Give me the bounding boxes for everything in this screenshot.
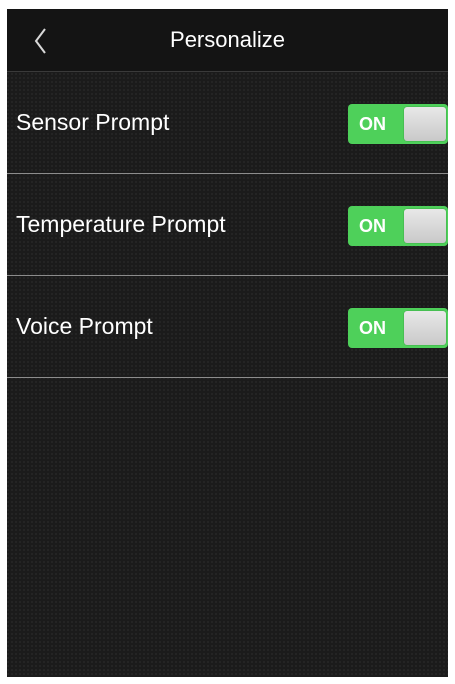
setting-label: Sensor Prompt [16,109,170,135]
setting-label: Voice Prompt [16,313,153,339]
toggle-state-label: ON [359,114,386,134]
setting-label: Temperature Prompt [16,211,226,237]
setting-row-temperature-prompt: Temperature Prompt ON [7,174,448,276]
page-title: Personalize [170,27,285,52]
toggle-knob [404,209,446,243]
setting-row-sensor-prompt: Sensor Prompt ON [7,72,448,174]
temperature-prompt-toggle[interactable]: ON [348,206,448,246]
sensor-prompt-toggle[interactable]: ON [348,104,448,144]
voice-prompt-toggle[interactable]: ON [348,308,448,348]
toggle-state-label: ON [359,216,386,236]
settings-list: Sensor Prompt ON Temperature Prompt ON V… [7,72,448,378]
header-bar: Personalize [7,9,448,72]
toggle-knob [404,107,446,141]
toggle-knob [404,311,446,345]
toggle-state-label: ON [359,318,386,338]
setting-row-voice-prompt: Voice Prompt ON [7,276,448,378]
personalize-screen: Personalize Sensor Prompt ON Temperature… [7,9,448,677]
